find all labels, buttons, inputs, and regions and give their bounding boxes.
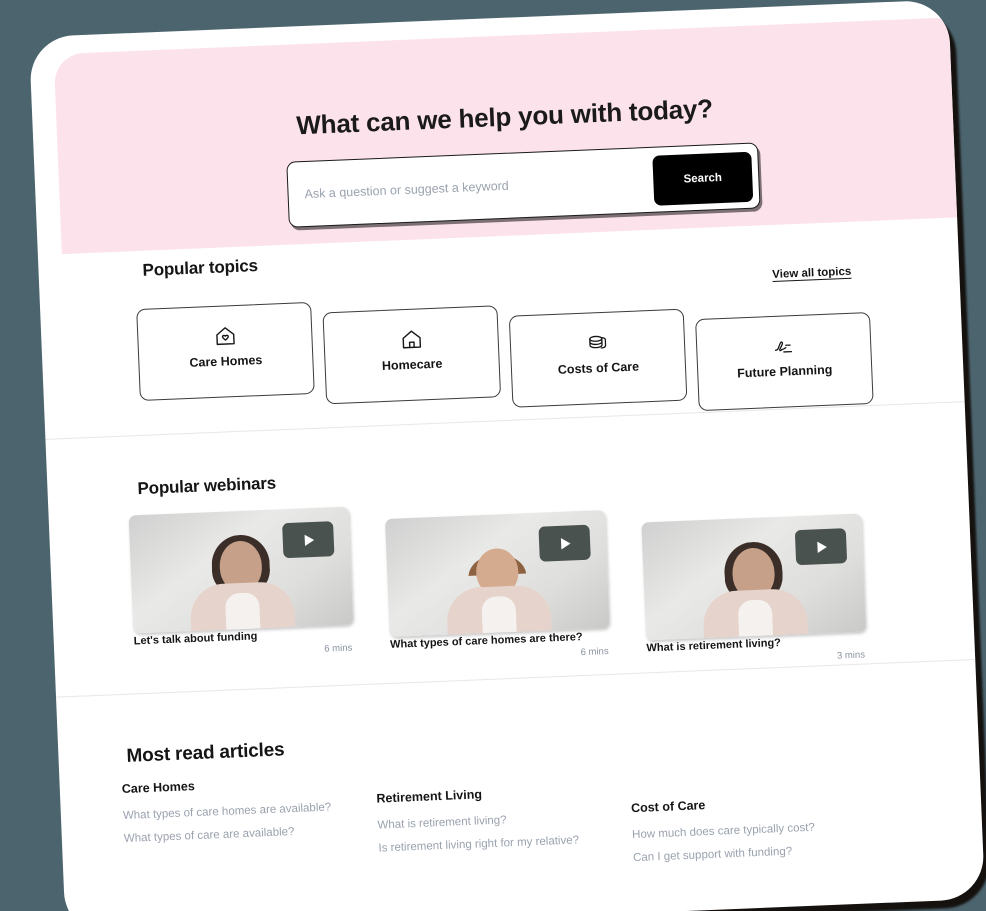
house-heart-icon	[138, 321, 312, 354]
thumbnail-person-shirt	[481, 595, 517, 637]
topic-card-care-homes[interactable]: Care Homes	[136, 301, 315, 401]
article-column-title: Cost of Care	[630, 798, 706, 816]
topic-card-costs-of-care[interactable]: Costs of Care	[508, 308, 688, 408]
page-title: What can we help you with today?	[295, 93, 714, 141]
article-link[interactable]: What types of care homes are available?	[123, 799, 393, 823]
webinar-card[interactable]: What types of care homes are there? 6 mi…	[384, 510, 610, 658]
most-read-articles-heading: Most read articles	[126, 739, 285, 767]
play-icon[interactable]	[282, 521, 335, 559]
play-icon[interactable]	[538, 524, 591, 562]
article-link[interactable]: Can I get support with funding?	[633, 841, 903, 865]
article-link[interactable]: What is retirement living?	[377, 809, 647, 831]
webinar-duration: 6 mins	[580, 645, 609, 659]
article-link[interactable]: How much does care typically cost?	[632, 818, 902, 841]
topic-label: Homecare	[381, 356, 443, 374]
article-link[interactable]: What types of care are available?	[124, 822, 394, 845]
webinar-duration: 6 mins	[324, 642, 353, 655]
page-canvas: What can we help you with today? Search …	[28, 0, 986, 911]
search-button[interactable]: Search	[652, 151, 754, 206]
webinar-card[interactable]: Let's talk about funding 6 mins	[128, 506, 354, 655]
play-icon[interactable]	[794, 528, 848, 566]
webinar-card[interactable]: What is retirement living? 3 mins	[641, 513, 867, 662]
popular-topics-heading: Popular topics	[142, 256, 259, 280]
webinar-thumbnail[interactable]	[641, 513, 867, 641]
webinar-duration: 3 mins	[836, 649, 866, 662]
topic-card-homecare[interactable]: Homecare	[322, 305, 502, 405]
article-column-retirement-living: Retirement Living What is retirement liv…	[376, 781, 649, 866]
house-icon	[324, 324, 498, 357]
topic-card-grid: Care Homes Homecare Costs of Care Future…	[136, 271, 880, 412]
article-column-title: Retirement Living	[376, 787, 483, 806]
search-input[interactable]	[303, 147, 666, 227]
article-column-cost-of-care: Cost of Care How much does care typicall…	[631, 790, 904, 875]
popular-webinars-heading: Popular webinars	[137, 473, 277, 499]
topic-label: Care Homes	[189, 352, 263, 370]
topic-label: Future Planning	[736, 362, 833, 381]
webinar-card-grid: Let's talk about funding 6 mins What typ…	[128, 482, 916, 694]
screenshot-stage: What can we help you with today? Search …	[0, 0, 986, 911]
signature-pen-icon	[697, 331, 871, 364]
article-column-grid: Care Homes What types of care homes are …	[122, 749, 937, 911]
topic-card-future-planning[interactable]: Future Planning	[695, 311, 874, 412]
thumbnail-person-shirt	[737, 599, 774, 641]
webinar-thumbnail[interactable]	[128, 506, 354, 634]
article-link[interactable]: Is retirement living right for my relati…	[378, 832, 648, 854]
article-column-care-homes: Care Homes What types of care homes are …	[122, 771, 395, 856]
thumbnail-person-shirt	[224, 592, 261, 634]
topic-label: Costs of Care	[557, 359, 640, 377]
article-column-title: Care Homes	[121, 779, 196, 797]
browser-page-wrapper: What can we help you with today? Search …	[28, 0, 986, 911]
webinar-thumbnail[interactable]	[384, 510, 610, 637]
coins-stack-icon	[511, 328, 685, 361]
